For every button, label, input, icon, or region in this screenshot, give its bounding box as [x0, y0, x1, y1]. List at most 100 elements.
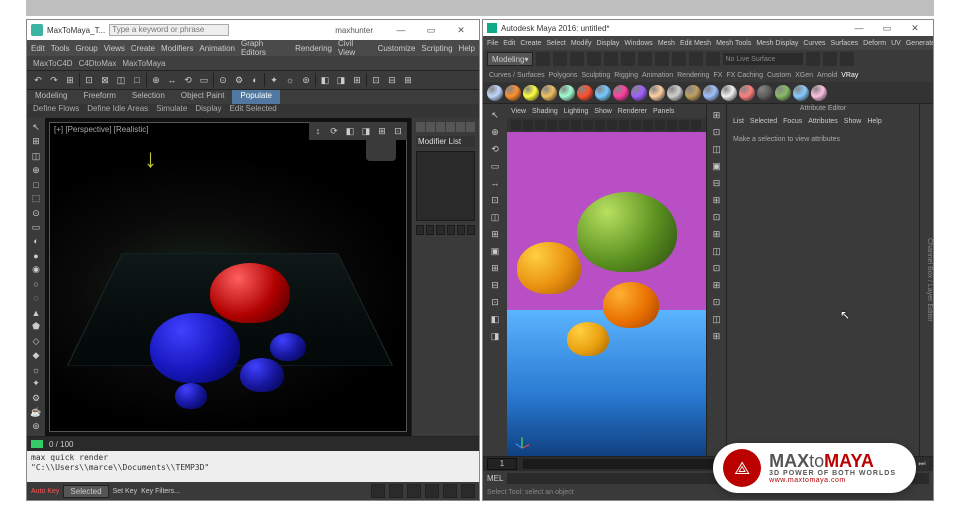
- panel-toolbar-icon[interactable]: [595, 120, 605, 130]
- max-viewport[interactable]: [+] [Perspective] [Realistic] ↓ ↕⟳◧◨⊞⊡: [45, 118, 411, 436]
- panel-toolbar-icon[interactable]: [655, 120, 665, 130]
- stack-ctrl[interactable]: [426, 225, 434, 235]
- maya-titlebar[interactable]: Autodesk Maya 2016: untitled* — ▭ ✕: [483, 20, 933, 36]
- shelf-material-icon[interactable]: [811, 85, 827, 101]
- toolbtn[interactable]: ▣: [710, 159, 724, 173]
- cmd-tab[interactable]: [436, 122, 445, 132]
- panel-toolbar-icon[interactable]: [523, 120, 533, 130]
- max-timeline[interactable]: 0 / 100: [27, 437, 479, 451]
- status-icon[interactable]: [823, 52, 837, 66]
- menu-item[interactable]: Surfaces: [831, 40, 859, 47]
- toolbtn[interactable]: ○: [29, 279, 43, 290]
- sub-item[interactable]: Edit Selected: [230, 104, 277, 118]
- panel-menu-item[interactable]: Show: [594, 108, 612, 115]
- shelf-material-icon[interactable]: [667, 85, 683, 101]
- ico[interactable]: ⟲: [181, 73, 195, 87]
- channel-box-tab[interactable]: Channel Box / Layer Editor: [919, 104, 933, 456]
- auto-key-btn[interactable]: Auto Key: [31, 488, 59, 495]
- shelf-material-icon[interactable]: [487, 85, 503, 101]
- toolbtn[interactable]: ◫: [710, 142, 724, 156]
- restore-button[interactable]: ▭: [873, 20, 901, 36]
- menu-item[interactable]: Edit: [31, 44, 45, 53]
- close-button[interactable]: ✕: [901, 20, 929, 36]
- toolbtn[interactable]: ▭: [29, 222, 43, 233]
- modifier-list-header[interactable]: Modifier List: [416, 136, 475, 147]
- status-icon[interactable]: [553, 52, 567, 66]
- toolbtn[interactable]: ⚙: [29, 392, 43, 403]
- shelf-tab[interactable]: Arnold: [817, 72, 837, 79]
- toolbtn[interactable]: ◫: [710, 244, 724, 258]
- toolbtn[interactable]: ☕: [29, 407, 43, 418]
- ico[interactable]: ▭: [197, 73, 211, 87]
- toolbtn[interactable]: ⊡: [391, 124, 405, 138]
- toolbtn[interactable]: ◫: [710, 312, 724, 326]
- menu-item[interactable]: File: [487, 40, 498, 47]
- min-button[interactable]: —: [845, 20, 873, 36]
- menu-item[interactable]: Windows: [624, 40, 652, 47]
- ico[interactable]: ⊚: [299, 73, 313, 87]
- teapot-blue-large[interactable]: [150, 313, 240, 383]
- menu-item[interactable]: Scripting: [421, 44, 452, 53]
- menu-item[interactable]: Rendering: [295, 44, 332, 53]
- panel-toolbar-icon[interactable]: [631, 120, 641, 130]
- ico[interactable]: ⊕: [149, 73, 163, 87]
- toolbtn[interactable]: ⊞: [710, 108, 724, 122]
- toolbtn[interactable]: ⊞: [710, 278, 724, 292]
- status-icon[interactable]: [706, 52, 720, 66]
- toolbtn[interactable]: ⊟: [710, 176, 724, 190]
- shelf-material-icon[interactable]: [757, 85, 773, 101]
- nav-zoom-icon[interactable]: [407, 484, 421, 498]
- cmd-tab[interactable]: [466, 122, 475, 132]
- panel-menu-item[interactable]: Panels: [653, 108, 674, 115]
- toolbtn[interactable]: ↖: [29, 122, 43, 133]
- maya-viewport[interactable]: [507, 132, 706, 456]
- toolbtn[interactable]: ◇: [29, 336, 43, 347]
- menu-item[interactable]: Modifiers: [161, 44, 193, 53]
- shelf-material-icon[interactable]: [577, 85, 593, 101]
- panel-toolbar-icon[interactable]: [511, 120, 521, 130]
- panel-menu-item[interactable]: Renderer: [618, 108, 647, 115]
- shelf-material-icon[interactable]: [685, 85, 701, 101]
- restore-button[interactable]: ▭: [417, 22, 445, 38]
- menu-item[interactable]: Mesh Tools: [716, 40, 751, 47]
- shelf-material-icon[interactable]: [631, 85, 647, 101]
- teapot-orange-2[interactable]: [567, 322, 609, 356]
- panel-toolbar-icon[interactable]: [619, 120, 629, 130]
- play-fwd-icon[interactable]: ⏭: [915, 457, 929, 471]
- status-icon[interactable]: [638, 52, 652, 66]
- tab[interactable]: Freeform: [75, 90, 123, 104]
- plugin-tab[interactable]: C4DtoMax: [79, 59, 117, 68]
- light-gizmo-arrow[interactable]: ↓: [144, 143, 157, 174]
- panel-menu-item[interactable]: Shading: [532, 108, 558, 115]
- toolbtn[interactable]: ⊞: [710, 227, 724, 241]
- ico[interactable]: ⊠: [98, 73, 112, 87]
- toolbtn[interactable]: ⟳: [327, 124, 341, 138]
- teapot-orange-1[interactable]: [603, 282, 659, 328]
- toolbtn[interactable]: ↕: [311, 124, 325, 138]
- ico[interactable]: ◐: [248, 73, 262, 87]
- attr-tab[interactable]: Show: [844, 118, 862, 130]
- tab[interactable]: Populate: [232, 90, 280, 104]
- shelf-tab[interactable]: Animation: [642, 72, 673, 79]
- stack-ctrl[interactable]: [447, 225, 455, 235]
- shelf-tab[interactable]: Curves / Surfaces: [489, 72, 545, 79]
- shelf-material-icon[interactable]: [793, 85, 809, 101]
- toolbtn[interactable]: ⊞: [488, 227, 502, 241]
- toolbtn[interactable]: ⬟: [29, 321, 43, 332]
- shelf-material-icon[interactable]: [505, 85, 521, 101]
- tab[interactable]: Modeling: [27, 90, 75, 104]
- panel-toolbar-icon[interactable]: [607, 120, 617, 130]
- attr-tab[interactable]: List: [733, 118, 744, 130]
- max-search-input[interactable]: Type a keyword or phrase: [109, 24, 229, 36]
- status-icon[interactable]: [587, 52, 601, 66]
- toolbtn[interactable]: ◉: [29, 264, 43, 275]
- teapot-green[interactable]: [577, 192, 677, 272]
- menu-item[interactable]: Curves: [803, 40, 825, 47]
- plugin-tab[interactable]: MaxToMaya: [122, 59, 165, 68]
- toolbtn[interactable]: ▲: [29, 307, 43, 318]
- toolbtn[interactable]: ⊡: [488, 193, 502, 207]
- toolbtn[interactable]: ⊞: [710, 329, 724, 343]
- stack-ctrl[interactable]: [436, 225, 444, 235]
- status-icon[interactable]: [840, 52, 854, 66]
- toolbtn[interactable]: ◆: [29, 350, 43, 361]
